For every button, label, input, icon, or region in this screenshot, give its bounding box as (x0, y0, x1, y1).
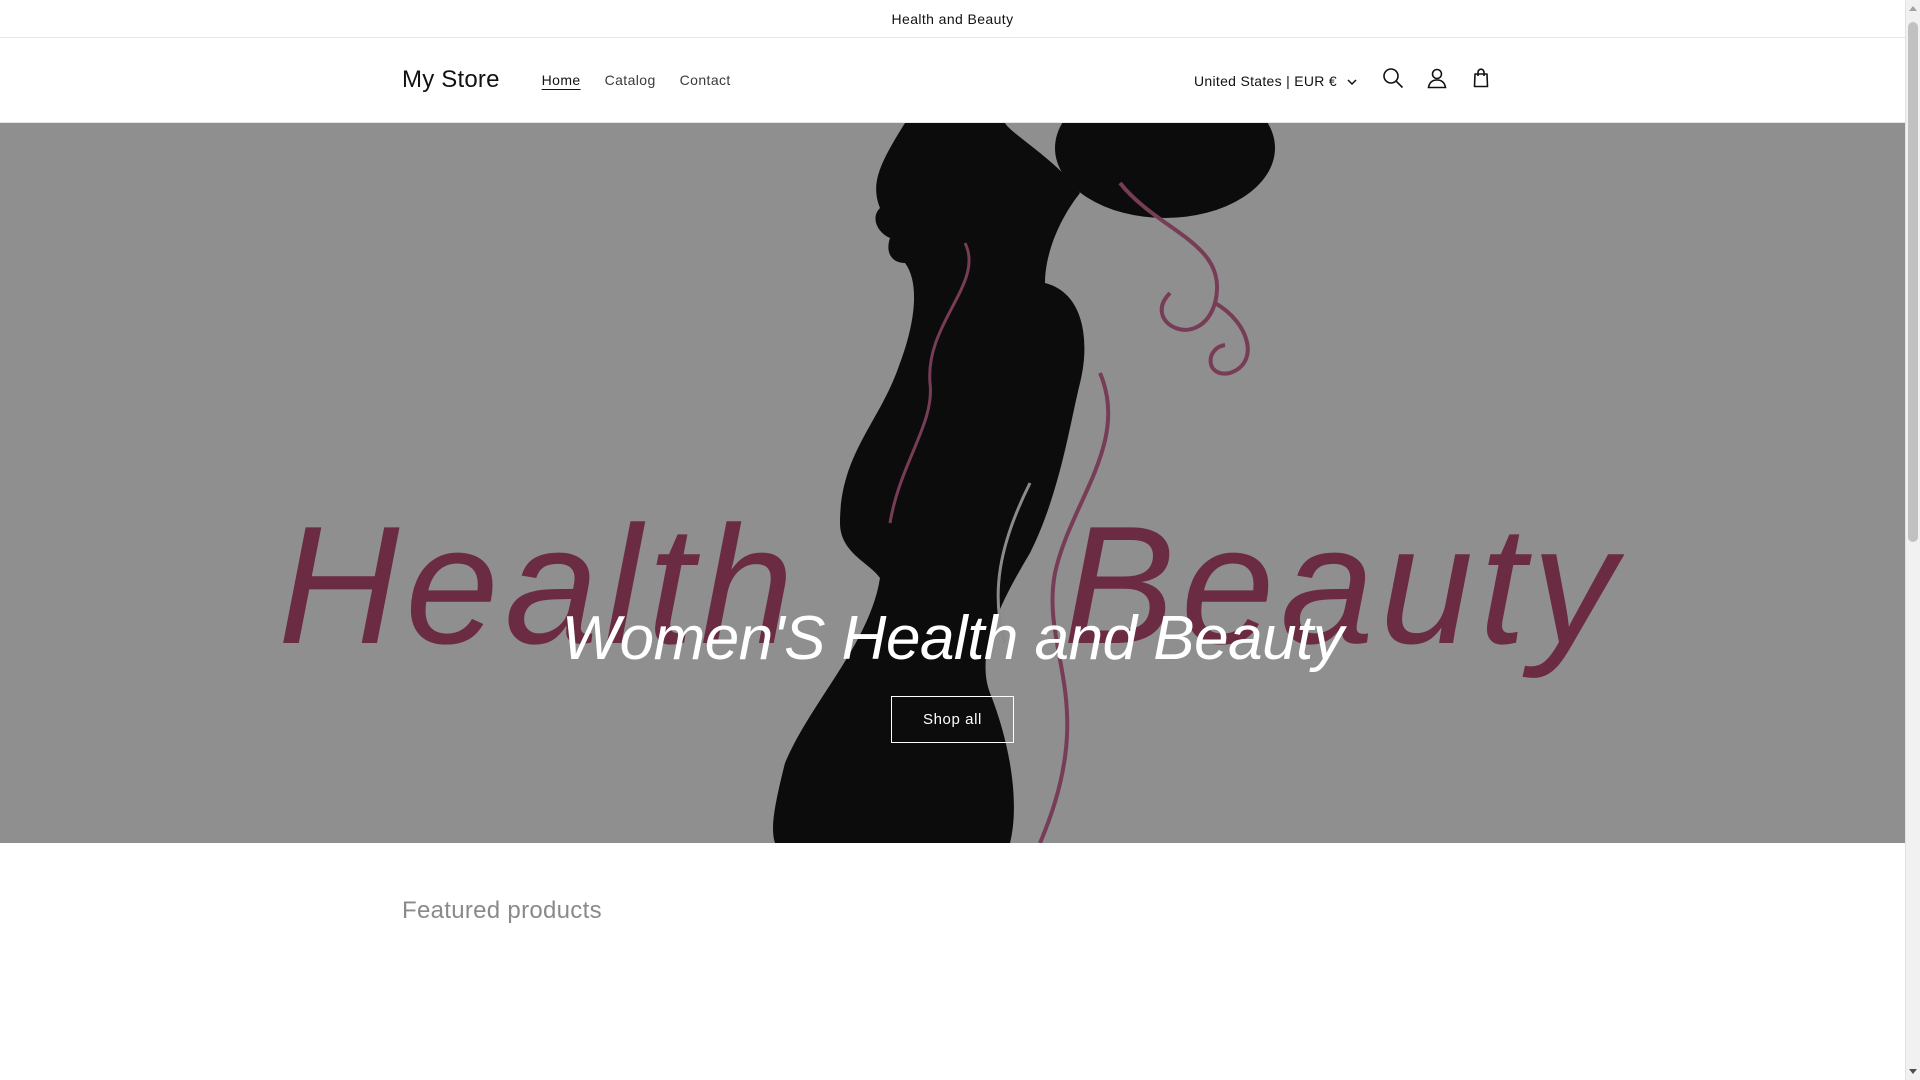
scroll-up-arrow[interactable] (1909, 6, 1917, 11)
country-currency-label: United States | EUR € (1194, 72, 1337, 89)
nav-item-home[interactable]: Home (530, 66, 593, 94)
store-logo[interactable]: My Store (402, 66, 500, 94)
nav-item-catalog[interactable]: Catalog (593, 66, 668, 94)
featured-products-title: Featured products (402, 897, 602, 924)
nav-item-contact[interactable]: Contact (668, 66, 743, 94)
main-nav: Home Catalog Contact (530, 66, 743, 94)
scroll-down-arrow[interactable] (1909, 1069, 1917, 1074)
featured-products-section: Featured products (0, 843, 1905, 925)
page-scrollbar[interactable] (1905, 0, 1920, 1080)
announcement-text: Health and Beauty (891, 10, 1014, 27)
header-actions: United States | EUR € (1184, 38, 1503, 123)
site-header: My Store Home Catalog Contact United Sta… (0, 38, 1905, 123)
cart-button[interactable] (1459, 59, 1503, 103)
scroll-thumb[interactable] (1908, 22, 1918, 542)
country-currency-selector[interactable]: United States | EUR € (1184, 67, 1367, 95)
account-icon (1426, 67, 1448, 94)
account-button[interactable] (1415, 59, 1459, 103)
page: Health and Beauty My Store Home Catalog … (0, 0, 1905, 1080)
hero-title: Women'S Health and Beauty (561, 604, 1344, 673)
shop-all-button[interactable]: Shop all (890, 696, 1014, 743)
search-icon (1382, 67, 1404, 94)
announcement-bar: Health and Beauty (0, 0, 1905, 38)
cart-icon (1470, 67, 1492, 94)
chevron-down-icon (1347, 73, 1357, 89)
hero-content: Women'S Health and Beauty Shop all (0, 603, 1905, 743)
search-button[interactable] (1371, 59, 1415, 103)
hero-banner: Health Beauty Women'S Health and Beauty … (0, 123, 1905, 843)
